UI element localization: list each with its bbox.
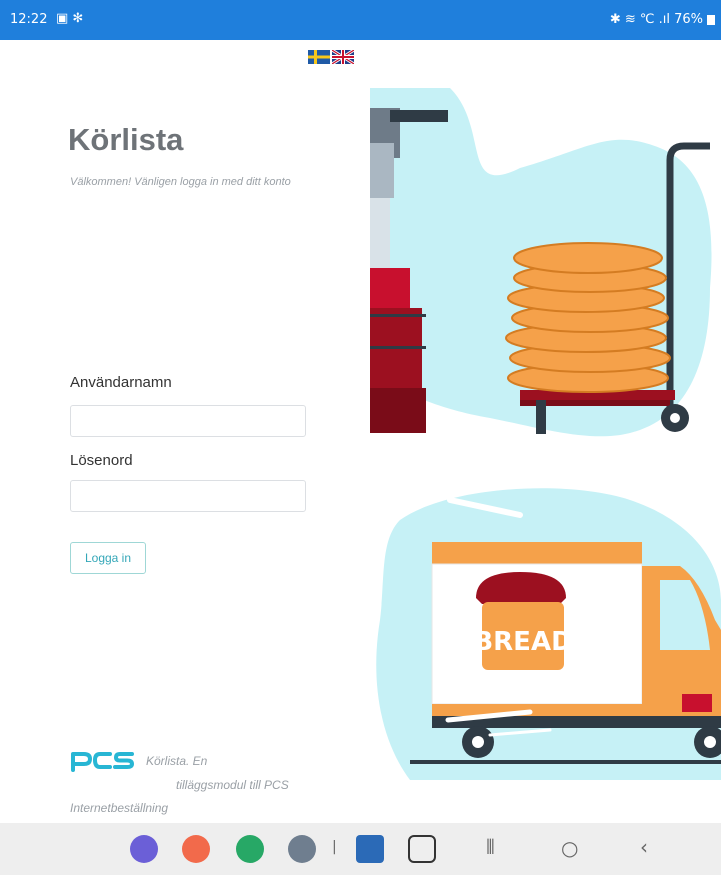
welcome-text: Välkommen! Vänligen logga in med ditt ko…: [70, 176, 291, 188]
page-title: Körlista: [68, 122, 184, 157]
back-icon[interactable]: ‹: [640, 835, 648, 859]
status-time: 12:22: [10, 12, 48, 27]
bread-trolley-illustration: [370, 88, 712, 437]
password-label: Lösenord: [70, 452, 133, 469]
android-nav-bar: | ⦀ ○ ‹: [0, 823, 721, 875]
status-bar: 12:22 ▣ ✻ ✱ ≋ ℃ .ıl 76%: [0, 0, 721, 40]
footer-line-1: Körlista. En: [146, 754, 208, 768]
truck-sign: BREAD: [473, 627, 572, 657]
home-icon[interactable]: ○: [561, 836, 578, 860]
battery-icon: [707, 14, 715, 25]
apps-grid-icon[interactable]: [288, 835, 316, 863]
notification-icons: ▣ ✻: [56, 11, 84, 26]
phone-app-icon[interactable]: [236, 835, 264, 863]
footer-line-3: Internetbeställning: [70, 801, 169, 815]
bread-truck-illustration: BREAD: [376, 488, 721, 780]
pcs-logo: [71, 752, 134, 772]
recents-icon[interactable]: ⦀: [486, 835, 495, 859]
internet-app-icon[interactable]: [130, 835, 158, 863]
status-indicators: ✱ ≋ ℃ .ıl 76%: [609, 12, 703, 27]
contacts-app-icon[interactable]: [182, 835, 210, 863]
username-input[interactable]: [70, 405, 306, 437]
username-label: Användarnamn: [70, 374, 172, 391]
footer-line-2: tilläggsmodul till PCS: [176, 778, 289, 792]
password-input[interactable]: [70, 480, 306, 512]
remote-app-icon[interactable]: [408, 835, 436, 863]
status-right: ✱ ≋ ℃ .ıl 76%: [610, 12, 715, 27]
divider-icon: |: [332, 839, 337, 855]
uk-flag-icon[interactable]: [332, 50, 354, 64]
language-switcher: [308, 50, 354, 64]
login-button[interactable]: Logga in: [70, 542, 146, 574]
swedish-flag-icon[interactable]: [308, 50, 330, 64]
outlook-app-icon[interactable]: [356, 835, 384, 863]
